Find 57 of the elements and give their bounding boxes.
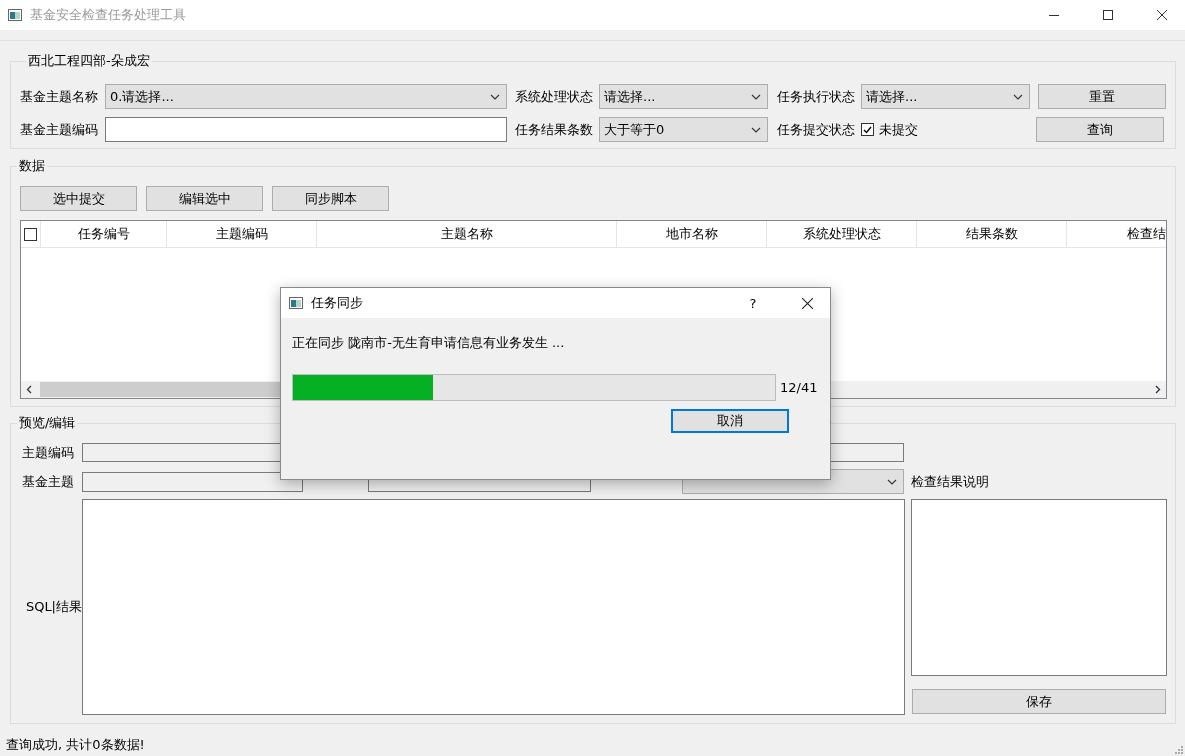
theme-code-field[interactable] [105, 117, 507, 142]
column-header[interactable]: 任务编号 [77, 225, 130, 243]
reset-button[interactable]: 重置 [1038, 84, 1166, 109]
dropdown-caret-icon [1013, 93, 1023, 100]
toolbar-button[interactable]: 选中提交 [20, 186, 137, 211]
field-label: 主题编码 [21, 443, 74, 462]
dropdown-caret-icon [490, 93, 500, 100]
app-icon [8, 9, 22, 21]
minimize-icon [1049, 14, 1059, 16]
window-title: 基金安全检查任务处理工具 [30, 6, 187, 24]
field-label: 任务提交状态 [777, 120, 855, 139]
dropdown-caret-icon [751, 93, 761, 100]
app-icon [289, 297, 303, 309]
dropdown-caret-icon [751, 126, 761, 133]
field-label: SQL|结果 [24, 598, 82, 616]
toolbar-button[interactable]: 同步脚本 [272, 186, 389, 211]
check-note-field[interactable] [911, 499, 1167, 676]
status-message: 查询成功, 共计0条数据! [6, 736, 145, 754]
select-all-checkbox[interactable] [24, 227, 37, 241]
column-header[interactable]: 检查结 [1127, 225, 1166, 243]
dialog-title: 任务同步 [311, 294, 364, 312]
query-button[interactable]: 查询 [1036, 117, 1164, 142]
column-header[interactable]: 结果条数 [965, 225, 1018, 243]
field-label: 基金主题名称 [20, 87, 99, 106]
field-label: 任务执行状态 [777, 87, 855, 106]
help-button[interactable]: ? [730, 288, 776, 318]
cancel-button[interactable]: 取消 [671, 409, 789, 433]
dropdown-caret-icon [887, 478, 897, 485]
field-label: 基金主题编码 [20, 120, 99, 139]
save-button[interactable]: 保存 [912, 689, 1166, 714]
field-label: 系统处理状态 [515, 87, 593, 106]
column-header[interactable]: 地市名称 [665, 225, 718, 243]
sync-message: 正在同步 陇南市-无生育申请信息有业务发生 ... [292, 334, 566, 352]
theme-field[interactable] [82, 471, 303, 492]
group-title: 数据 [18, 157, 46, 175]
check-mark-icon [863, 125, 872, 134]
close-icon [801, 297, 813, 309]
column-header[interactable]: 主题编码 [215, 225, 268, 243]
checkbox-label: 未提交 [879, 120, 919, 139]
close-icon [1157, 10, 1167, 20]
column-header[interactable]: 主题名称 [440, 225, 493, 243]
dropdown[interactable]: 0.请选择... [105, 84, 507, 109]
field-label: 任务结果条数 [515, 120, 593, 139]
sql-result-field[interactable] [82, 499, 905, 715]
size-grip-icon[interactable] [1173, 744, 1183, 754]
maximize-icon [1103, 10, 1113, 20]
field-label: 基金主题 [21, 472, 74, 491]
field-label: 检查结果说明 [911, 472, 990, 491]
dropdown[interactable]: 请选择... [861, 84, 1030, 109]
toolbar-button[interactable]: 编辑选中 [146, 186, 263, 211]
checkbox[interactable] [861, 123, 874, 136]
column-header[interactable]: 系统处理状态 [802, 225, 881, 243]
progress-reading: 12/41 [780, 380, 818, 395]
dropdown[interactable]: 大于等于0 [599, 117, 768, 142]
dropdown[interactable]: 请选择... [599, 84, 768, 109]
group-title: 西北工程四部-朵成宏 [27, 52, 151, 70]
group-title: 预览/编辑 [18, 414, 77, 432]
